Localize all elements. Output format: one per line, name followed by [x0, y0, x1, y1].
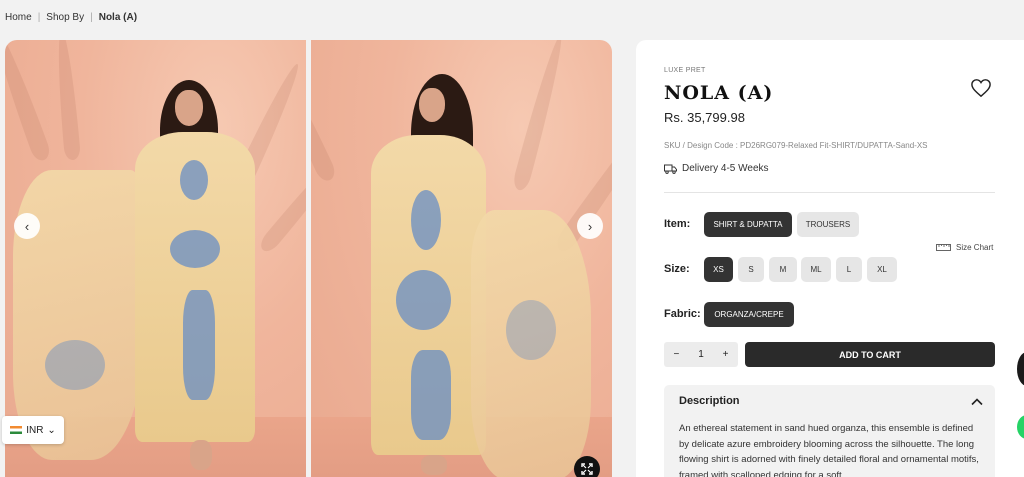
truck-icon — [664, 164, 677, 174]
embroidery — [506, 300, 556, 360]
size-option-xl[interactable]: XL — [867, 257, 897, 282]
model-figure — [5, 40, 306, 477]
size-option-l[interactable]: L — [836, 257, 862, 282]
product-brand: LUXE PRET — [664, 67, 706, 74]
add-to-cart-button[interactable]: ADD TO CART — [745, 342, 995, 367]
product-photo-front[interactable] — [5, 40, 306, 477]
size-option-ml[interactable]: ML — [801, 257, 831, 282]
item-option-trousers[interactable]: TROUSERS — [797, 212, 859, 237]
chevron-left-icon: ‹ — [24, 218, 30, 234]
description-text: An ethereal statement in sand hued organ… — [679, 423, 979, 477]
chevron-right-icon: › — [587, 218, 593, 234]
ruler-icon — [936, 244, 951, 251]
product-title: NOLA (A) — [664, 82, 774, 104]
breadcrumb-current: Nola (A) — [98, 12, 138, 23]
delivery-info: Delivery 4-5 Weeks — [664, 163, 769, 174]
description-heading[interactable]: Description — [679, 395, 740, 407]
feet — [421, 455, 447, 475]
quantity-value[interactable]: 1 — [698, 349, 704, 360]
chevron-up-icon[interactable] — [970, 395, 984, 409]
embroidery — [183, 290, 215, 400]
size-chart-label: Size Chart — [956, 242, 994, 252]
product-page: Home | Shop By | Nola (A) ‹ › INR ⌄ LUXE… — [0, 0, 1024, 477]
delivery-text: Delivery 4-5 Weeks — [682, 163, 769, 174]
breadcrumb: Home | Shop By | Nola (A) — [5, 12, 137, 23]
breadcrumb-shop-by[interactable]: Shop By — [46, 12, 84, 23]
expand-icon — [581, 463, 593, 475]
heart-icon[interactable] — [970, 78, 992, 98]
product-gallery — [5, 40, 612, 477]
product-photo-side[interactable] — [311, 40, 612, 477]
size-option-xs[interactable]: XS — [704, 257, 733, 282]
fabric-label: Fabric: — [664, 308, 701, 320]
embroidery — [411, 190, 441, 250]
embroidery — [396, 270, 451, 330]
item-label: Item: — [664, 218, 691, 230]
product-sku: SKU / Design Code : PD26RG079-Relaxed Fi… — [664, 141, 928, 150]
chevron-down-icon: ⌄ — [47, 424, 56, 436]
quantity-increase-button[interactable]: + — [723, 349, 729, 360]
gallery-expand-button[interactable] — [574, 456, 600, 477]
quantity-decrease-button[interactable]: − — [673, 349, 679, 360]
currency-selector[interactable]: INR ⌄ — [2, 416, 64, 444]
size-chart-link[interactable]: Size Chart — [936, 242, 993, 252]
model-figure — [311, 40, 612, 477]
embroidery — [170, 230, 220, 268]
feet — [190, 440, 212, 470]
gallery-prev-button[interactable]: ‹ — [14, 213, 40, 239]
breadcrumb-separator: | — [90, 12, 93, 23]
size-option-s[interactable]: S — [738, 257, 764, 282]
face — [175, 90, 203, 126]
item-option-shirt-dupatta[interactable]: SHIRT & DUPATTA — [704, 212, 792, 237]
product-info-panel: LUXE PRET NOLA (A) Rs. 35,799.98 SKU / D… — [636, 40, 1024, 477]
embroidery — [45, 340, 105, 390]
size-label: Size: — [664, 263, 690, 275]
divider — [664, 192, 995, 193]
embroidery — [411, 350, 451, 440]
gallery-next-button[interactable]: › — [577, 213, 603, 239]
breadcrumb-home[interactable]: Home — [5, 12, 32, 23]
quantity-stepper: − 1 + — [664, 342, 738, 367]
embroidery — [180, 160, 208, 200]
product-price: Rs. 35,799.98 — [664, 110, 745, 125]
india-flag-icon — [10, 426, 23, 434]
size-option-m[interactable]: M — [769, 257, 797, 282]
face — [419, 88, 445, 122]
currency-code: INR — [26, 424, 44, 436]
breadcrumb-separator: | — [37, 12, 41, 23]
fabric-option-organza-crepe[interactable]: ORGANZA/CREPE — [704, 302, 794, 327]
description-accordion: Description An ethereal statement in san… — [664, 385, 995, 477]
